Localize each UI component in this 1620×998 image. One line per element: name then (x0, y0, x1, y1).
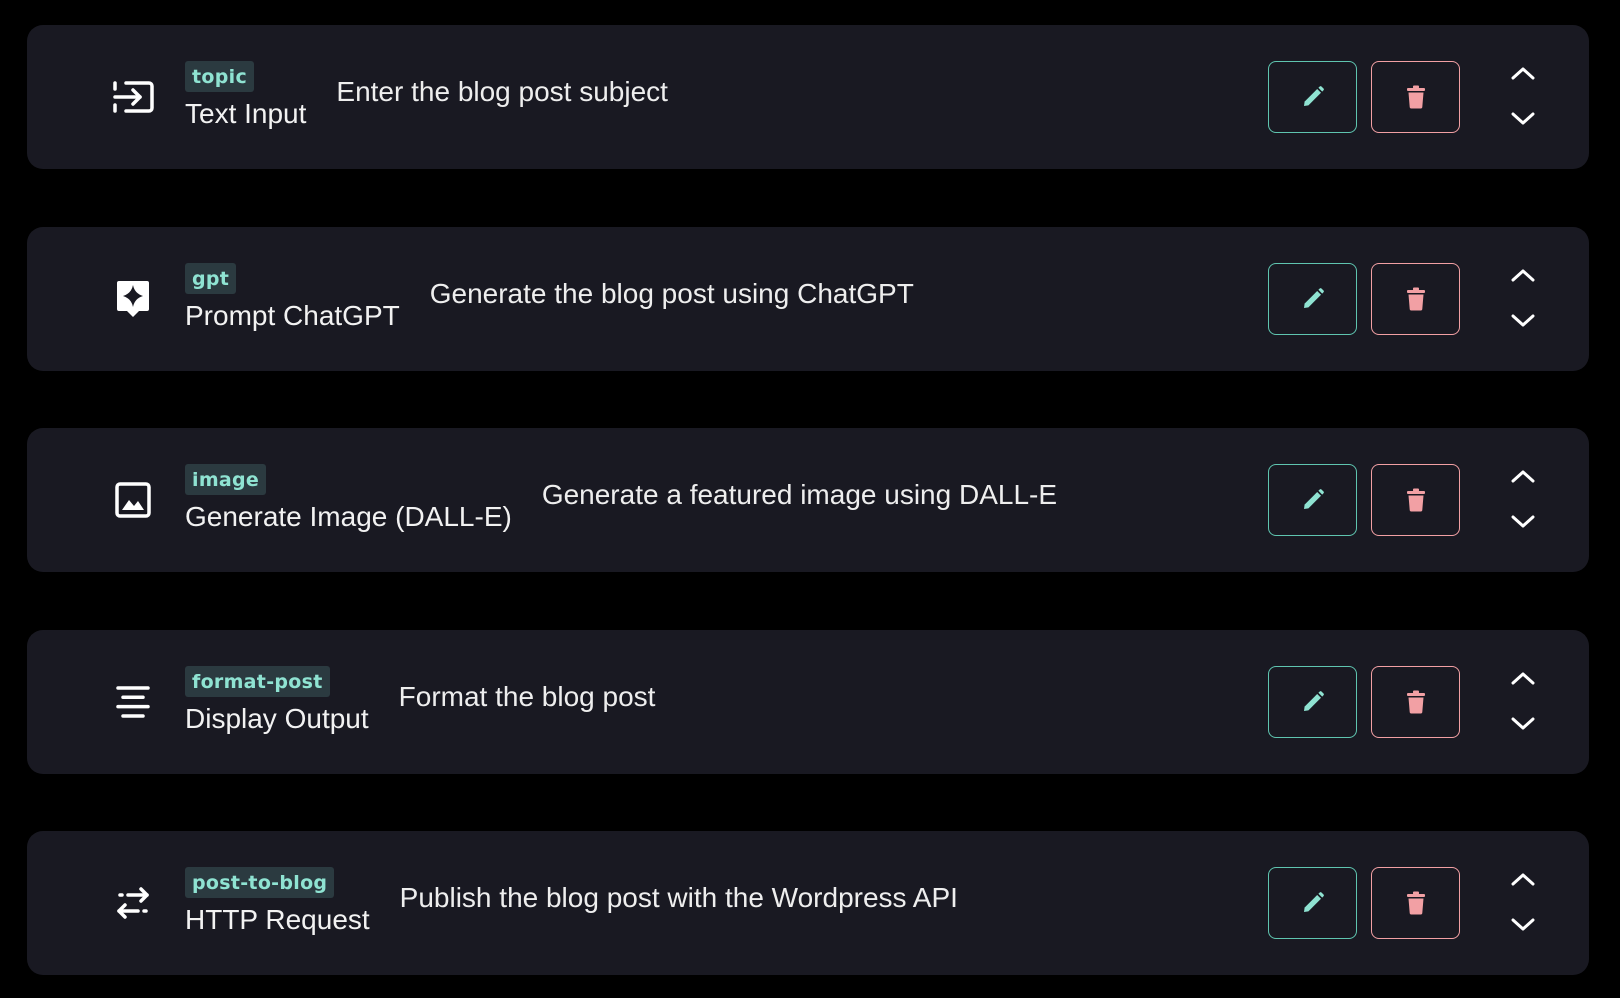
step-card-format-post: format-post Display Output Format the bl… (27, 630, 1589, 774)
delete-button[interactable] (1371, 464, 1460, 536)
step-text: image Generate Image (DALL-E) Generate a… (185, 464, 1057, 533)
chevron-up-icon (1511, 672, 1535, 685)
move-down-button[interactable] (1507, 508, 1539, 536)
move-down-button[interactable] (1507, 710, 1539, 738)
step-description: Generate a featured image using DALL-E (541, 479, 1058, 510)
move-up-button[interactable] (1507, 261, 1539, 289)
chevron-down-icon (1511, 918, 1535, 931)
edit-button[interactable] (1268, 666, 1357, 738)
step-text: gpt Prompt ChatGPT Generate the blog pos… (185, 263, 914, 332)
trash-icon (1406, 287, 1425, 311)
chevron-up-icon (1511, 269, 1535, 282)
step-tag: gpt (185, 263, 237, 294)
chevron-down-icon (1511, 314, 1535, 327)
workflow-step-list: topic Text Input Enter the blog post sub… (0, 0, 1620, 998)
step-description: Format the blog post (398, 681, 656, 712)
trash-icon (1406, 85, 1425, 109)
chevron-down-icon (1511, 112, 1535, 125)
step-id-column: post-to-blog HTTP Request (185, 867, 370, 936)
step-tag: topic (185, 61, 255, 92)
chevron-up-icon (1511, 470, 1535, 483)
step-card-topic: topic Text Input Enter the blog post sub… (27, 25, 1589, 169)
step-type: Display Output (185, 703, 369, 734)
delete-button[interactable] (1371, 666, 1460, 738)
input-arrow-icon (107, 71, 159, 123)
chevron-up-icon (1511, 67, 1535, 80)
edit-button[interactable] (1268, 263, 1357, 335)
move-up-button[interactable] (1507, 59, 1539, 87)
step-type: HTTP Request (185, 904, 370, 935)
move-up-button[interactable] (1507, 664, 1539, 692)
sparkle-icon (107, 273, 159, 325)
step-type: Prompt ChatGPT (185, 300, 400, 331)
step-type: Generate Image (DALL-E) (185, 501, 512, 532)
move-down-button[interactable] (1507, 105, 1539, 133)
step-id-column: image Generate Image (DALL-E) (185, 464, 512, 533)
step-text: topic Text Input Enter the blog post sub… (185, 61, 668, 130)
step-id-column: format-post Display Output (185, 666, 369, 735)
step-description: Enter the blog post subject (336, 76, 668, 107)
trash-icon (1406, 488, 1425, 512)
edit-button[interactable] (1268, 61, 1357, 133)
chevron-down-icon (1511, 515, 1535, 528)
trash-icon (1406, 690, 1425, 714)
step-text: format-post Display Output Format the bl… (185, 666, 655, 735)
step-description: Generate the blog post using ChatGPT (429, 278, 914, 309)
step-id-column: gpt Prompt ChatGPT (185, 263, 400, 332)
step-type: Text Input (185, 98, 307, 129)
move-up-button[interactable] (1507, 462, 1539, 490)
delete-button[interactable] (1371, 61, 1460, 133)
align-center-icon (107, 676, 159, 728)
edit-button[interactable] (1268, 867, 1357, 939)
delete-button[interactable] (1371, 263, 1460, 335)
pencil-icon (1303, 86, 1324, 106)
step-text: post-to-blog HTTP Request Publish the bl… (185, 867, 958, 936)
edit-button[interactable] (1268, 464, 1357, 536)
pencil-icon (1303, 892, 1324, 912)
step-tag: post-to-blog (185, 867, 335, 898)
step-tag: image (185, 464, 267, 495)
pencil-icon (1303, 691, 1324, 711)
step-tag: format-post (185, 666, 330, 697)
image-icon (107, 474, 159, 526)
transfer-arrows-icon (107, 877, 159, 929)
move-down-button[interactable] (1507, 911, 1539, 939)
step-card-post-to-blog: post-to-blog HTTP Request Publish the bl… (27, 831, 1589, 975)
chevron-up-icon (1511, 873, 1535, 886)
step-card-gpt: gpt Prompt ChatGPT Generate the blog pos… (27, 227, 1589, 371)
move-down-button[interactable] (1507, 307, 1539, 335)
pencil-icon (1303, 288, 1324, 308)
move-up-button[interactable] (1507, 865, 1539, 893)
delete-button[interactable] (1371, 867, 1460, 939)
step-id-column: topic Text Input (185, 61, 306, 130)
step-description: Publish the blog post with the Wordpress… (399, 882, 958, 913)
step-card-image: image Generate Image (DALL-E) Generate a… (27, 428, 1589, 572)
trash-icon (1406, 891, 1425, 915)
chevron-down-icon (1511, 717, 1535, 730)
pencil-icon (1303, 489, 1324, 509)
